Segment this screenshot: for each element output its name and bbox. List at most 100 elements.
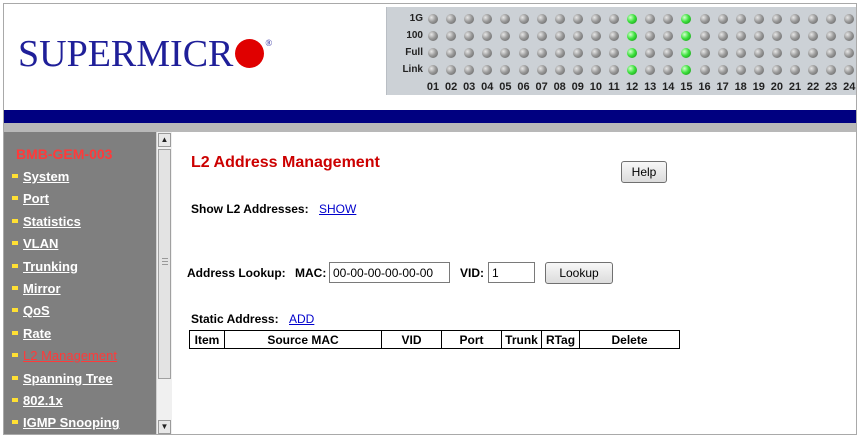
sidebar-item-802-1x[interactable]: 802.1x [12,392,63,414]
sidebar-item-system[interactable]: System [12,168,69,190]
port-row-label: 1G [409,13,423,24]
port-led-icon [609,31,619,41]
port-number: 20 [770,81,784,93]
port-number: 02 [444,81,458,93]
port-led-icon [500,65,511,75]
mac-label: MAC: [295,266,327,280]
port-led-icon [663,14,674,24]
sidebar-item-label: Port [23,191,49,207]
port-led-icon [681,65,692,75]
port-led-icon [808,48,819,58]
mac-input[interactable] [329,262,450,283]
port-number: 07 [535,81,548,93]
column-header-item: Item [189,330,225,349]
port-led-icon [464,31,475,41]
port-number: 05 [499,81,512,93]
port-led-icon [428,31,438,41]
port-led-icon [518,65,529,75]
vid-input[interactable] [488,262,535,283]
sidebar-item-mirror[interactable]: Mirror [12,280,61,302]
port-row-link: Link [387,63,856,77]
sidebar-item-vlan[interactable]: VLAN [12,235,58,257]
column-header-delete: Delete [579,330,680,349]
port-number: 11 [608,81,620,93]
column-header-trunk: Trunk [501,330,542,349]
sidebar-scrollbar[interactable]: ▲ ▼ [156,132,172,434]
scroll-down-icon[interactable]: ▼ [158,420,171,434]
port-number: 06 [517,81,530,93]
sidebar-item-label: QoS [23,303,50,319]
port-row-100: 100 [387,29,856,43]
sidebar-item-l2-management[interactable]: L2 Management [12,347,117,369]
port-led-icon [735,65,746,75]
port-led-icon [753,48,764,58]
port-led-icon [699,31,710,41]
port-led-icon [482,48,493,58]
show-link[interactable]: SHOW [319,202,356,216]
help-button[interactable]: Help [621,161,667,183]
bullet-icon [12,330,18,335]
port-led-icon [500,14,511,24]
port-number: 14 [662,81,675,93]
bullet-icon [12,241,18,246]
sidebar-item-label: IGMP Snooping [23,415,120,431]
static-address-label: Static Address: [191,312,279,326]
port-led-icon [590,14,601,24]
header-gray-bar [4,123,856,132]
port-led-icon [735,48,746,58]
port-led-icon [717,14,728,24]
supermicro-logo: SUPERMICR ® [18,32,272,76]
port-led-icon [645,48,656,58]
main-content: L2 Address Management Help Show L2 Addre… [172,132,856,434]
port-led-icon [790,65,800,75]
port-led-icon [699,48,710,58]
column-header-vid: VID [381,330,442,349]
port-number: 18 [734,81,747,93]
port-led-icon [808,65,819,75]
port-led-icon [518,31,529,41]
column-header-port: Port [441,330,502,349]
sidebar-item-rate[interactable]: Rate [12,325,51,347]
port-row-label: Full [405,47,423,58]
port-led-icon [663,31,674,41]
sidebar-item-trunking[interactable]: Trunking [12,258,78,280]
port-led-icon [771,48,782,58]
port-led-icon [808,31,819,41]
add-link[interactable]: ADD [289,312,314,326]
port-led-icon [446,48,457,58]
port-led-icon [790,48,800,58]
port-number: 04 [481,81,494,93]
port-led-icon [771,31,782,41]
sidebar-item-igmp-snooping[interactable]: IGMP Snooping [12,414,120,434]
sidebar-item-qos[interactable]: QoS [12,302,50,324]
port-led-icon [428,14,438,24]
port-led-icon [681,31,692,41]
port-led-icon [826,31,837,41]
scroll-up-icon[interactable]: ▲ [158,133,171,147]
port-led-icon [753,65,764,75]
sidebar-item-spanning-tree[interactable]: Spanning Tree [12,370,113,392]
scrollbar-thumb[interactable] [158,149,171,379]
sidebar-item-statistics[interactable]: Statistics [12,213,81,235]
sidebar-item-port[interactable]: Port [12,190,49,212]
port-led-icon [500,31,511,41]
port-led-icon [536,14,547,24]
column-header-source-mac: Source MAC [224,330,382,349]
port-led-icon [572,14,583,24]
sidebar-item-label: Spanning Tree [23,370,113,386]
header: SUPERMICR ® 1G 100 Full Link 01 02 03 04 05 06 07 08… [4,4,856,110]
port-row-label: 100 [406,30,423,41]
lookup-button[interactable]: Lookup [545,262,613,284]
port-led-icon [428,48,438,58]
port-led-icon [826,65,837,75]
port-row-full: Full [387,46,856,60]
bullet-icon [12,263,18,268]
port-number: 01 [426,81,440,93]
port-number: 15 [680,81,693,93]
port-number: 23 [825,81,838,93]
port-number: 24 [843,81,856,93]
port-led-icon [645,65,656,75]
port-led-icon [536,65,547,75]
port-led-icon [609,48,619,58]
port-led-icon [518,14,529,24]
